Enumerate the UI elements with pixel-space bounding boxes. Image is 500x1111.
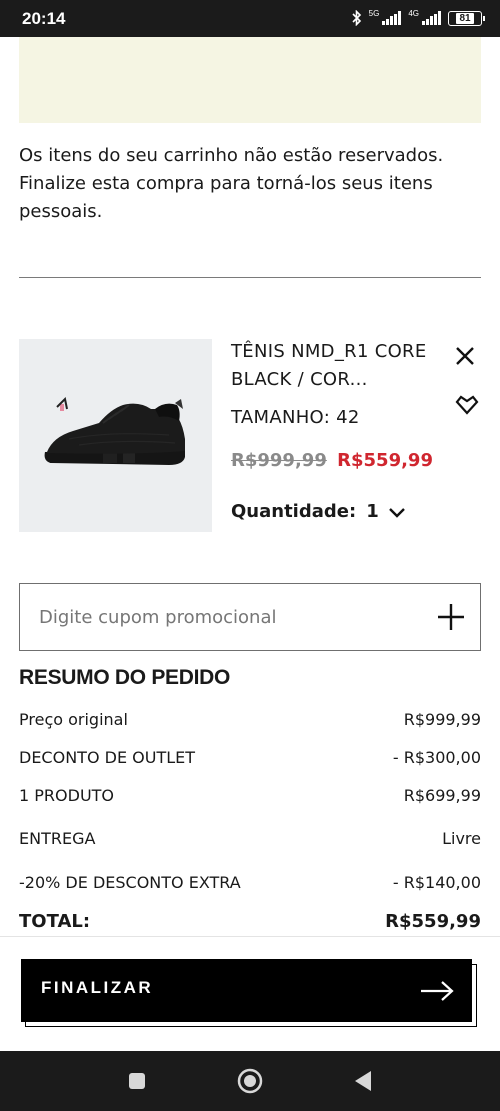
plus-icon[interactable] — [436, 602, 466, 632]
coupon-input[interactable] — [20, 584, 420, 650]
bluetooth-icon — [352, 10, 361, 26]
divider — [0, 936, 500, 937]
summary-row-label: ENTREGA — [19, 829, 96, 848]
notice-banner — [19, 37, 481, 123]
quantity-label: Quantidade: — [231, 501, 357, 522]
summary-title: RESUMO DO PEDIDO — [19, 666, 231, 689]
checkout-button[interactable]: FINALIZAR — [21, 959, 472, 1022]
quantity-selector[interactable]: Quantidade: 1 — [231, 501, 407, 522]
arrow-right-icon — [421, 981, 454, 1001]
heart-icon[interactable] — [454, 392, 480, 416]
reservation-notice: Os itens do seu carrinho não estão reser… — [19, 145, 444, 222]
close-icon[interactable] — [453, 344, 477, 368]
system-nav-bar — [0, 1051, 500, 1111]
quantity-value: 1 — [366, 501, 379, 522]
product-image[interactable] — [19, 339, 212, 532]
summary-row-value: - R$140,00 — [392, 873, 481, 892]
price-sale: R$559,99 — [337, 450, 433, 471]
summary-row: Preço original R$999,99 — [19, 710, 481, 729]
product-title[interactable]: TÊNIS NMD_R1 CORE BLACK / COR... — [231, 338, 436, 394]
sneaker-image — [44, 396, 185, 465]
recent-apps-icon[interactable] — [122, 1066, 152, 1096]
home-icon[interactable] — [235, 1066, 265, 1096]
battery-icon: 81 — [448, 10, 485, 26]
summary-row-label: DECONTO DE OUTLET — [19, 748, 196, 767]
summary-row-value: R$699,99 — [403, 786, 481, 805]
back-icon[interactable] — [349, 1066, 379, 1096]
product-size: TAMANHO: 42 — [231, 407, 360, 428]
status-time: 20:14 — [22, 9, 66, 28]
summary-row-value: R$999,99 — [403, 710, 481, 729]
chevron-down-icon — [388, 507, 405, 518]
summary-row-label: -20% DE DESCONTO EXTRA — [19, 873, 241, 892]
battery-level: 81 — [456, 12, 474, 24]
summary-row: DECONTO DE OUTLET - R$300,00 — [19, 748, 481, 767]
summary-row: 1 PRODUTO R$699,99 — [19, 786, 481, 805]
summary-total-row: TOTAL: R$559,99 — [19, 911, 481, 932]
summary-row-value: Livre — [442, 829, 481, 848]
summary-row-label: Preço original — [19, 710, 128, 729]
divider — [19, 277, 481, 278]
checkout-label: FINALIZAR — [41, 978, 154, 997]
summary-row-label: 1 PRODUTO — [19, 786, 115, 805]
signal-icon — [382, 11, 402, 25]
network-type-2: 4G — [408, 8, 419, 18]
signal-icon — [422, 11, 441, 25]
price-row: R$999,99 R$559,99 — [231, 450, 433, 471]
total-value: R$559,99 — [385, 911, 481, 932]
network-type-1: 5G — [368, 8, 380, 18]
price-original: R$999,99 — [231, 450, 327, 471]
summary-row: ENTREGA Livre — [19, 829, 481, 848]
summary-row: -20% DE DESCONTO EXTRA - R$140,00 — [19, 873, 481, 892]
coupon-field[interactable] — [19, 583, 481, 651]
summary-row-value: - R$300,00 — [392, 748, 481, 767]
status-bar: 20:14 5G 4G 81 — [0, 0, 500, 37]
status-icons: 5G 4G 81 — [352, 8, 485, 26]
total-label: TOTAL: — [19, 911, 91, 932]
